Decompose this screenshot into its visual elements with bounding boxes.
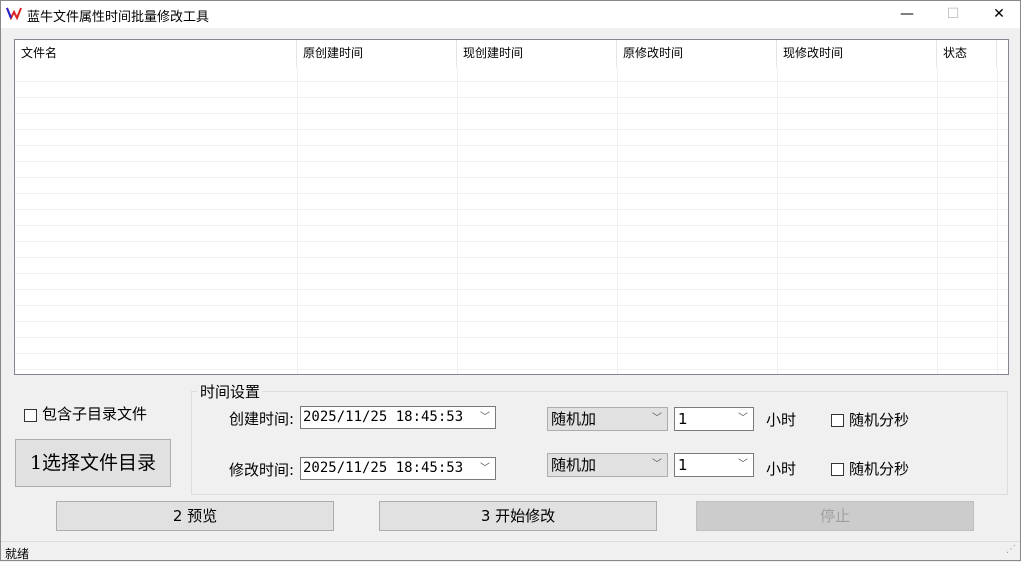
modify-amount-value: 1 (678, 456, 688, 474)
grid-row-line (15, 145, 1008, 146)
time-settings-legend: 时间设置 (200, 383, 261, 401)
modify-time-label: 修改时间: (229, 461, 295, 479)
modify-mode-select[interactable]: 随机加 ﹀ (547, 453, 668, 477)
modify-unit-label: 小时 (766, 460, 797, 478)
grid-row-line (15, 369, 1008, 370)
create-mode-value: 随机加 (551, 410, 597, 428)
grid-row-line (15, 177, 1008, 178)
grid-row-line (15, 225, 1008, 226)
grid-row-line (15, 273, 1008, 274)
select-directory-button[interactable]: 1选择文件目录 (15, 439, 171, 487)
column-header-orig-create[interactable]: 原创建时间 (297, 40, 457, 67)
grid-row-line (15, 97, 1008, 98)
status-text: 就绪 (5, 547, 30, 561)
window-title: 蓝牛文件属性时间批量修改工具 (27, 10, 210, 25)
checkbox-box[interactable] (24, 409, 37, 422)
checkbox-box[interactable] (831, 463, 844, 476)
modify-amount-select[interactable]: 1 ﹀ (674, 453, 754, 477)
grid-row-line (15, 257, 1008, 258)
status-bar: 就绪 ⋰ (1, 541, 1020, 561)
column-header-status[interactable]: 状态 (937, 40, 997, 67)
chevron-down-icon[interactable]: ﹀ (652, 408, 662, 430)
create-mode-select[interactable]: 随机加 ﹀ (547, 407, 668, 431)
app-logo-icon (6, 7, 22, 20)
grid-row-line (15, 161, 1008, 162)
include-subdirs-label: 包含子目录文件 (42, 405, 148, 423)
modify-random-ms-checkbox[interactable]: 随机分秒 (831, 458, 909, 479)
resize-grip-icon[interactable]: ⋰ (1006, 544, 1016, 555)
create-time-value: 2025/11/25 18:45:53 (303, 409, 464, 425)
grid-row-line (15, 113, 1008, 114)
grid-row-line (15, 305, 1008, 306)
chevron-down-icon[interactable]: ﹀ (652, 454, 662, 476)
stop-button[interactable]: 停止 (696, 501, 974, 531)
create-random-ms-label: 随机分秒 (849, 411, 910, 429)
chevron-down-icon[interactable]: ﹀ (480, 458, 490, 479)
grid-row-line (15, 81, 1008, 82)
checkbox-box[interactable] (831, 414, 844, 427)
chevron-down-icon[interactable]: ﹀ (480, 407, 490, 428)
minimize-button[interactable]: — (884, 1, 930, 28)
column-header-orig-modify[interactable]: 原修改时间 (617, 40, 777, 67)
close-button[interactable]: ✕ (976, 1, 1021, 28)
grid-row-line (15, 241, 1008, 242)
grid-row-line (15, 353, 1008, 354)
file-list-table[interactable]: 文件名 原创建时间 现创建时间 原修改时间 现修改时间 状态 (14, 39, 1009, 375)
modify-time-picker[interactable]: 2025/11/25 18:45:53 ﹀ (300, 457, 496, 480)
grid-row-line (15, 321, 1008, 322)
create-amount-select[interactable]: 1 ﹀ (674, 407, 754, 431)
modify-time-value: 2025/11/25 18:45:53 (303, 460, 464, 476)
create-unit-label: 小时 (766, 411, 797, 429)
grid-row-line (15, 337, 1008, 338)
create-time-picker[interactable]: 2025/11/25 18:45:53 ﹀ (300, 406, 496, 429)
grid-row-line (15, 129, 1008, 130)
preview-button[interactable]: 2 预览 (56, 501, 334, 531)
title-bar: 蓝牛文件属性时间批量修改工具 — ☐ ✕ (1, 1, 1020, 28)
modify-mode-value: 随机加 (551, 456, 597, 474)
chevron-down-icon[interactable]: ﹀ (738, 408, 748, 430)
column-header-new-create[interactable]: 现创建时间 (457, 40, 617, 67)
create-time-label: 创建时间: (229, 410, 295, 428)
modify-random-ms-label: 随机分秒 (849, 460, 910, 478)
create-random-ms-checkbox[interactable]: 随机分秒 (831, 409, 909, 430)
maximize-button[interactable]: ☐ (930, 1, 976, 28)
start-modify-button[interactable]: 3 开始修改 (379, 501, 657, 531)
chevron-down-icon[interactable]: ﹀ (738, 454, 748, 476)
include-subdirs-checkbox[interactable]: 包含子目录文件 (24, 403, 147, 424)
create-amount-value: 1 (678, 410, 688, 428)
grid-row-line (15, 193, 1008, 194)
column-header-new-modify[interactable]: 现修改时间 (777, 40, 937, 67)
grid-row-line (15, 209, 1008, 210)
column-header-filename[interactable]: 文件名 (15, 40, 297, 67)
grid-row-line (15, 289, 1008, 290)
